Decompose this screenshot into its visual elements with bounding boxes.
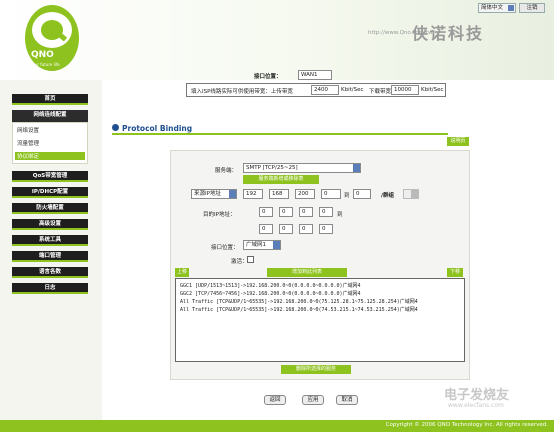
source-ip-octet-3[interactable]: 200 bbox=[295, 189, 315, 199]
sidebar-item-firewall[interactable]: 防火墙配置 bbox=[12, 203, 88, 214]
chevron-down-icon bbox=[411, 190, 418, 198]
sidebar-item-network[interactable]: 网络连线配置 bbox=[12, 110, 88, 122]
dest-ip-end-octet-1[interactable]: 0 bbox=[259, 224, 273, 234]
section-divider bbox=[112, 133, 448, 135]
section-title: Protocol Binding bbox=[122, 124, 193, 133]
dest-to-label: 到 bbox=[337, 212, 343, 218]
binding-list[interactable]: GGC1 [UDP/1513~1513]->192.168.200.0~0(0.… bbox=[175, 278, 465, 362]
watermark-text: 电子发烧友 bbox=[444, 388, 510, 403]
download-bandwidth-input[interactable]: 10000 bbox=[391, 85, 419, 95]
sidebar-item-language[interactable]: 语言各数 bbox=[12, 267, 88, 278]
logo-text: QNO bbox=[31, 50, 54, 60]
dest-ip-octet-4[interactable]: 0 bbox=[319, 207, 333, 217]
interface-position-label: 接口位置： bbox=[211, 245, 239, 251]
interface-select-value: 广域网1 bbox=[246, 242, 266, 248]
sidebar-item-log[interactable]: 日志 bbox=[12, 283, 88, 294]
sidebar-item-home[interactable]: 首页 bbox=[12, 94, 88, 105]
chevron-down-icon bbox=[273, 241, 280, 249]
group-select[interactable] bbox=[403, 189, 419, 199]
cancel-button[interactable]: 取消 bbox=[336, 395, 358, 405]
sidebar-item-qos[interactable]: QoS带宽管理 bbox=[12, 171, 88, 182]
move-down-button[interactable]: 下移 bbox=[447, 268, 463, 277]
service-select[interactable]: SMTP [TCP/25~25] bbox=[243, 163, 361, 173]
service-value: SMTP [TCP/25~25] bbox=[246, 165, 298, 171]
watermark-url: www.elecfans.com bbox=[448, 402, 504, 409]
enable-label: 激活： bbox=[231, 259, 248, 265]
back-button[interactable]: 返回 bbox=[264, 395, 286, 405]
logo-tagline: your future life bbox=[30, 62, 60, 67]
sidebar-item-system-tools[interactable]: 系统工具 bbox=[12, 235, 88, 246]
section-bullet-icon bbox=[112, 124, 119, 131]
help-button[interactable]: 说明页 bbox=[447, 137, 469, 146]
sidebar: 首页 网络连线配置 网络设置 流量管理 协议绑定 QoS带宽管理 IP/DHCP… bbox=[0, 80, 102, 432]
submenu-item-network-settings[interactable]: 网络设置 bbox=[17, 126, 39, 134]
interface-label: 接口位置： bbox=[254, 74, 282, 80]
interface-field[interactable]: WAN1 bbox=[298, 70, 332, 80]
top-header: QNO your future life 简体中文 注销 http://www.… bbox=[0, 0, 554, 80]
dest-ip-end-octet-4[interactable]: 0 bbox=[319, 224, 333, 234]
apply-button[interactable]: 应用 bbox=[302, 395, 324, 405]
logout-button[interactable]: 注销 bbox=[519, 3, 545, 13]
enable-checkbox[interactable] bbox=[247, 256, 254, 263]
list-item[interactable]: All Traffic [TCP&UDP/1~65535]->192.168.2… bbox=[180, 306, 418, 313]
source-ip-select-value: 来源IP地址 bbox=[194, 191, 221, 197]
submenu-item-traffic-management[interactable]: 流量管理 bbox=[17, 139, 39, 147]
dest-ip-label: 目的IP地址： bbox=[203, 212, 236, 218]
main-content: 接口位置： WAN1 填入ISP线路实际可供使用带宽：上传带宽 2400 Kbi… bbox=[102, 70, 554, 420]
download-label: 下载带宽 bbox=[369, 89, 392, 95]
group-label: /群组 bbox=[381, 193, 395, 199]
brand-name: 侠诺科技 bbox=[412, 24, 485, 43]
interface-select[interactable]: 广域网1 bbox=[243, 240, 281, 250]
sidebar-item-port-management[interactable]: 端口管理 bbox=[12, 251, 88, 262]
language-value: 简体中文 bbox=[481, 5, 504, 11]
language-select[interactable]: 简体中文 bbox=[478, 3, 516, 13]
to-label: 到 bbox=[344, 193, 350, 199]
move-up-button[interactable]: 上移 bbox=[175, 268, 189, 277]
list-item[interactable]: All Traffic [TCP&UDP/1~65535]->192.168.2… bbox=[180, 298, 418, 305]
chevron-down-icon bbox=[508, 5, 514, 11]
dest-ip-octet-2[interactable]: 0 bbox=[279, 207, 293, 217]
source-ip-octet-4[interactable]: 0 bbox=[321, 189, 341, 199]
dest-ip-end-octet-3[interactable]: 0 bbox=[299, 224, 313, 234]
binding-panel: 服务端： SMTP [TCP/25~25] 服务端新增或移除表 来源IP地址 1… bbox=[170, 150, 470, 380]
sidebar-item-ip-dhcp[interactable]: IP/DHCP配置 bbox=[12, 187, 88, 198]
upload-unit: Kbit/Sec bbox=[341, 87, 364, 93]
list-item[interactable]: GGC2 [TCP/7456~7456]->192.168.200.0~0(0.… bbox=[180, 290, 361, 297]
remove-selected-button[interactable]: 删除所选择的服务 bbox=[281, 365, 351, 374]
dest-ip-octet-1[interactable]: 0 bbox=[259, 207, 273, 217]
copyright: Copyright © 2006 QNO Technology Inc. All… bbox=[385, 422, 548, 428]
upload-bandwidth-input[interactable]: 2400 bbox=[311, 85, 339, 95]
bandwidth-label: 填入ISP线路实际可供使用带宽：上传带宽 bbox=[191, 89, 293, 95]
source-ip-select[interactable]: 来源IP地址 bbox=[191, 189, 237, 199]
dest-ip-end-octet-2[interactable]: 0 bbox=[279, 224, 293, 234]
chevron-down-icon bbox=[353, 164, 360, 172]
submenu-item-protocol-binding[interactable]: 协议绑定 bbox=[15, 152, 85, 160]
bandwidth-box: 填入ISP线路实际可供使用带宽：上传带宽 2400 Kbit/Sec 下载带宽 … bbox=[186, 83, 446, 97]
source-ip-octet-1[interactable]: 192 bbox=[243, 189, 263, 199]
footer: Copyright © 2006 QNO Technology Inc. All… bbox=[0, 420, 554, 432]
download-unit: Kbit/Sec bbox=[421, 87, 444, 93]
dest-ip-octet-3[interactable]: 0 bbox=[299, 207, 313, 217]
source-ip-octet-2[interactable]: 168 bbox=[269, 189, 289, 199]
service-label: 服务端： bbox=[215, 168, 238, 174]
sidebar-item-advanced[interactable]: 高级设置 bbox=[12, 219, 88, 230]
sidebar-submenu: 网络设置 流量管理 协议绑定 bbox=[12, 122, 88, 164]
chevron-down-icon bbox=[229, 190, 236, 198]
list-item[interactable]: GGC1 [UDP/1513~1513]->192.168.200.0~0(0.… bbox=[180, 282, 361, 289]
source-ip-end[interactable]: 0 bbox=[353, 189, 371, 199]
add-to-list-button[interactable]: 增加到此列表 bbox=[267, 268, 347, 277]
add-service-button[interactable]: 服务端新增或移除表 bbox=[243, 175, 319, 184]
